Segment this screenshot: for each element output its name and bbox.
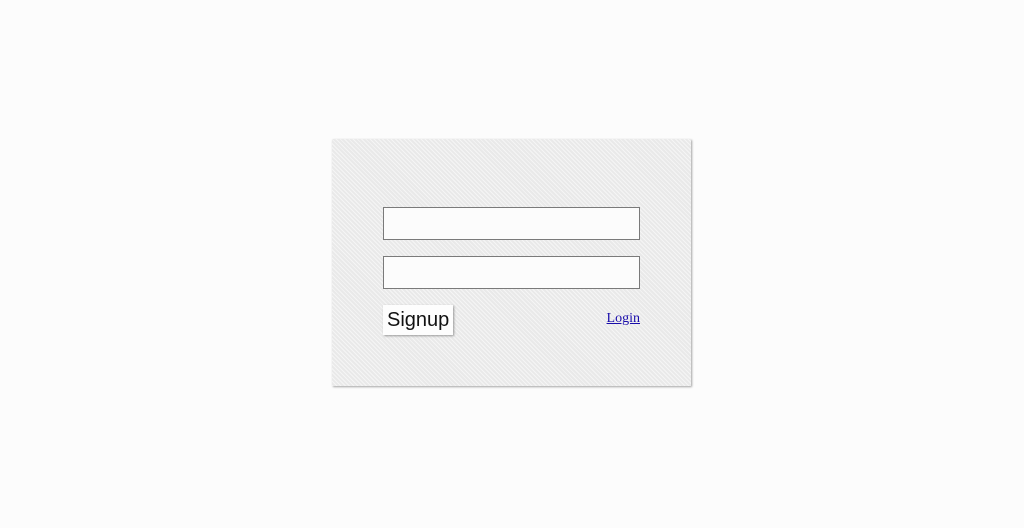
login-link[interactable]: Login bbox=[607, 311, 640, 327]
signup-panel: Signup Login bbox=[332, 139, 691, 386]
first-text-field[interactable] bbox=[383, 207, 640, 240]
second-text-field[interactable] bbox=[383, 256, 640, 289]
signup-button[interactable]: Signup bbox=[383, 305, 454, 335]
